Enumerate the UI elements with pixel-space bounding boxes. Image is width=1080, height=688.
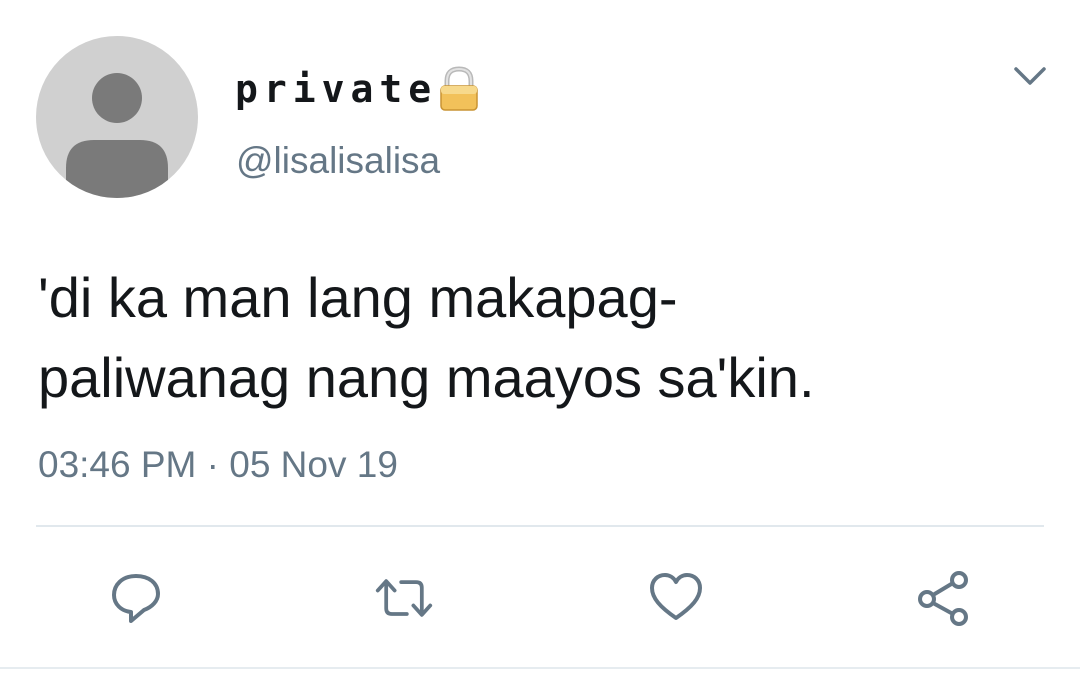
tweet-text: 'di ka man lang makapag- paliwanag nang … (38, 266, 815, 409)
share-button[interactable] (914, 568, 974, 628)
divider (36, 525, 1044, 527)
heart-icon (650, 573, 702, 620)
retweet-icon (375, 579, 433, 617)
tweet-card: private @lisalisalisa 'di ka man lang ma… (0, 0, 1080, 688)
display-name: private (235, 67, 438, 111)
retweet-button[interactable] (374, 568, 434, 628)
share-icon (918, 571, 968, 626)
tweet-timestamp[interactable]: 03:46 PM · 05 Nov 19 (38, 443, 398, 487)
like-button[interactable] (646, 568, 706, 628)
avatar[interactable] (36, 36, 198, 198)
divider (0, 667, 1080, 669)
lock-icon (437, 66, 481, 112)
user-handle[interactable]: @lisalisalisa (236, 140, 440, 182)
chevron-down-icon[interactable] (1012, 64, 1048, 88)
reply-button[interactable] (106, 568, 166, 628)
default-profile-icon (66, 73, 168, 198)
reply-icon (112, 574, 160, 623)
display-name-row[interactable]: private (235, 66, 481, 112)
